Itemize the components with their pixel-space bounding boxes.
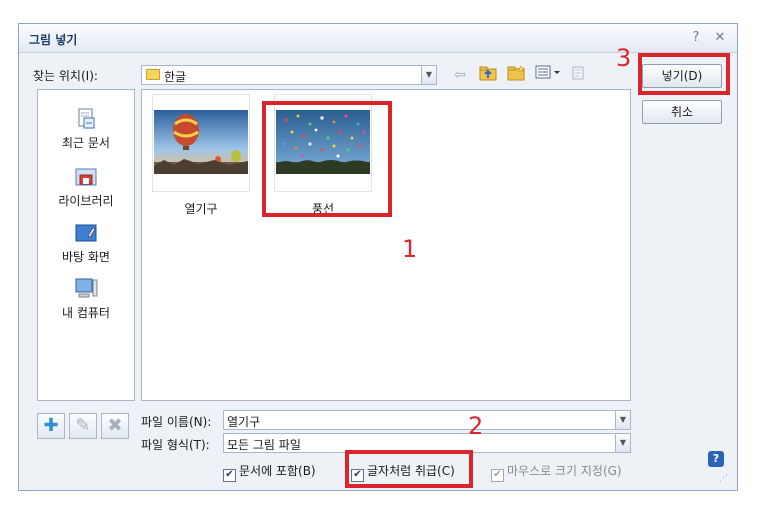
annotation-label-2: 2 (468, 412, 484, 440)
computer-icon (74, 278, 98, 300)
annotation-box-3 (638, 53, 730, 95)
annotation-box-2 (345, 450, 473, 488)
help-question-icon[interactable]: ? (687, 29, 705, 47)
filename-combo[interactable]: 열기구 ▼ (223, 410, 631, 430)
place-my-computer[interactable]: 내 컴퓨터 (38, 278, 134, 321)
plus-icon: ✚ (43, 415, 59, 436)
filetype-value: 모든 그림 파일 (227, 438, 301, 452)
place-recent-documents[interactable]: 최근 문서 (38, 108, 134, 151)
places-sidebar: 최근 문서 라이브러리 바탕 화면 내 컴퓨터 (37, 89, 135, 401)
file-name: 열기구 (184, 202, 218, 216)
place-label: 바탕 화면 (62, 250, 110, 264)
cancel-button[interactable]: 취소 (642, 100, 722, 124)
folder-icon (146, 69, 160, 80)
filename-label: 파일 이름(N): (141, 415, 212, 429)
page-preview-icon[interactable] (567, 65, 589, 85)
chevron-down-icon[interactable]: ▼ (615, 434, 630, 452)
view-menu-icon[interactable] (533, 65, 563, 85)
annotation-label-1: 1 (402, 235, 418, 263)
lookin-value: 한글 (164, 70, 187, 84)
checkbox-check-icon: ✔ (491, 469, 504, 482)
insert-picture-dialog: 그림 넣기 ? ✕ 찾는 위치(I): 한글 ▼ ⇦ 최근 문서 라이브러리 바… (18, 23, 738, 491)
pencil-icon: ✎ (75, 415, 91, 436)
hot-air-balloon-thumbnail (154, 110, 248, 174)
add-place-button[interactable]: ✚ (37, 413, 65, 439)
delete-x-icon: ✖ (107, 415, 123, 436)
place-label: 내 컴퓨터 (62, 306, 110, 320)
mouse-size-checkbox: ✔ 마우스로 크기 지정(G) (491, 462, 622, 482)
up-folder-icon[interactable] (477, 65, 499, 85)
file-item[interactable]: 열기구 (152, 94, 250, 216)
back-arrow-icon[interactable]: ⇦ (449, 65, 471, 85)
chevron-down-icon[interactable]: ▼ (615, 411, 630, 429)
annotation-box-1 (262, 101, 392, 217)
place-library[interactable]: 라이브러리 (38, 166, 134, 209)
resize-grip-icon[interactable]: ⋰ (719, 474, 728, 484)
new-folder-icon[interactable] (505, 65, 527, 85)
filetype-label: 파일 형식(T): (141, 438, 210, 452)
lookin-combo[interactable]: 한글 ▼ (141, 65, 437, 85)
checkbox-check-icon: ✔ (223, 469, 236, 482)
lookin-label: 찾는 위치(I): (33, 69, 98, 83)
embed-in-document-checkbox[interactable]: ✔ 문서에 포함(B) (223, 462, 316, 482)
close-icon[interactable]: ✕ (711, 29, 729, 47)
dialog-title: 그림 넣기 (29, 33, 78, 47)
place-desktop[interactable]: 바탕 화면 (38, 222, 134, 265)
help-icon[interactable]: ? (708, 451, 724, 467)
place-label: 최근 문서 (62, 136, 110, 150)
filename-value: 열기구 (227, 415, 261, 429)
delete-place-button[interactable]: ✖ (101, 413, 129, 439)
annotation-label-3: 3 (616, 44, 632, 72)
edit-place-button[interactable]: ✎ (69, 413, 97, 439)
place-label: 라이브러리 (58, 194, 114, 208)
chevron-down-icon[interactable]: ▼ (421, 66, 436, 84)
recent-documents-icon (74, 108, 98, 130)
desktop-icon (74, 222, 98, 244)
library-icon (74, 166, 98, 188)
